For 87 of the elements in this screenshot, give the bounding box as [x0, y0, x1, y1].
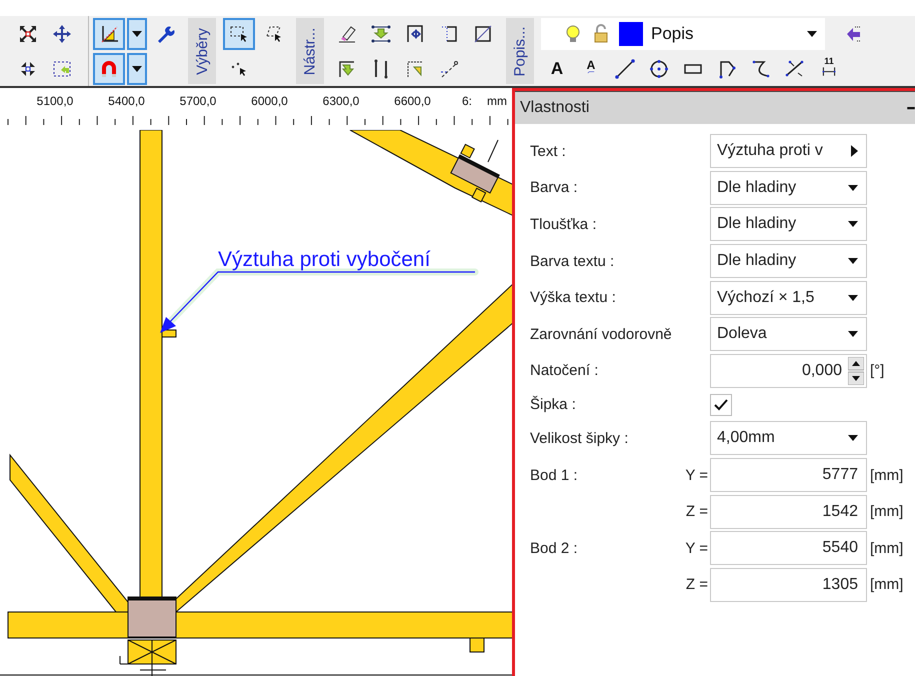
- ruler-unit: mm: [487, 94, 507, 108]
- caret-icon: [132, 66, 142, 72]
- property-label: Šipka :: [530, 396, 576, 414]
- caret-icon: [848, 294, 858, 301]
- ruler-label: 6300,0: [322, 94, 360, 108]
- minimize-icon[interactable]: [907, 106, 915, 110]
- number-field[interactable]: 1542: [710, 494, 867, 529]
- dropdown[interactable]: Dle hladiny: [710, 244, 867, 278]
- tool-button[interactable]: [223, 18, 255, 50]
- ruler-label: 5700,0: [180, 94, 216, 108]
- toolbar-section-label: Popis...: [506, 18, 534, 84]
- axis-label: Z =: [686, 503, 708, 520]
- property-label: Velikost šipky :: [530, 430, 628, 447]
- dashed-line-icon: [439, 58, 459, 78]
- down-arrow-icon: [371, 24, 391, 44]
- layer-select[interactable]: Popis: [541, 18, 825, 50]
- ruler-label: 6:: [462, 94, 472, 108]
- curve-icon: [751, 58, 771, 78]
- caret-icon: [132, 30, 142, 36]
- tool-button[interactable]: A: [541, 52, 573, 84]
- unit-label: [°]: [870, 362, 884, 380]
- annotation-text: Výztuha proti vybočení: [218, 248, 430, 271]
- caret-icon: [848, 184, 858, 191]
- property-label: Barva textu :: [530, 252, 614, 270]
- ruler-label: 6600,0: [394, 94, 431, 108]
- polyline-icon: [717, 58, 737, 78]
- circle-icon: [649, 58, 669, 78]
- dropdown-button[interactable]: [127, 52, 147, 84]
- axes-icon: [99, 24, 119, 44]
- ruler-label: 5400,0: [108, 94, 145, 108]
- move-icon: [52, 24, 72, 44]
- check-icon: [714, 398, 728, 411]
- caret-icon: [848, 221, 858, 228]
- panel-title: Vlastnosti: [520, 99, 590, 117]
- number-field[interactable]: 0,000: [710, 354, 867, 388]
- outline-icon: [439, 24, 459, 44]
- unit-label: [mm]: [870, 503, 904, 520]
- toolbar-section-label: Nástr...: [296, 18, 324, 84]
- expand-arrows-icon: [18, 24, 38, 44]
- rectangle-select-icon: [229, 24, 249, 44]
- caret-icon: [848, 331, 858, 338]
- magnet-icon: [99, 58, 119, 78]
- tool-button[interactable]: [93, 18, 125, 50]
- expand-arrow-icon: [851, 145, 858, 158]
- eraser-icon: [337, 24, 357, 44]
- number-field[interactable]: 1305: [710, 568, 867, 602]
- caret-icon: [807, 30, 817, 36]
- property-label: Text :: [530, 142, 566, 160]
- ruler-label: 6000,0: [251, 94, 288, 108]
- toolbar-section-label: Výběry: [188, 18, 216, 84]
- number-field[interactable]: 5540: [710, 531, 867, 566]
- diagonal-frame-icon: [473, 24, 493, 44]
- dropdown[interactable]: Výchozí × 1,5: [710, 280, 867, 315]
- property-label: Natočení :: [530, 362, 598, 380]
- property-label: Výška textu :: [530, 289, 616, 306]
- property-label: Barva :: [530, 179, 578, 196]
- ruler-label: 5100,0: [36, 94, 74, 108]
- turn-arrow-icon: [337, 58, 357, 78]
- caret-icon: [848, 435, 858, 442]
- points-icon: [785, 58, 805, 78]
- frame-move-icon: [405, 24, 425, 44]
- axis-label: Y =: [685, 540, 708, 557]
- dropdown[interactable]: 4,00mm: [710, 421, 867, 456]
- spin-buttons-icon[interactable]: [848, 356, 864, 385]
- unit-label: [mm]: [870, 466, 904, 484]
- text-field[interactable]: Výztuha proti v: [710, 134, 867, 168]
- property-label: Bod 1 :: [530, 466, 578, 484]
- tool-button[interactable]: A: [575, 52, 607, 84]
- dropdown[interactable]: Dle hladiny: [710, 170, 867, 205]
- layer-name: Popis: [651, 24, 695, 44]
- axis-label: Y =: [685, 466, 708, 484]
- caret-icon: [848, 258, 858, 264]
- tool-button[interactable]: 11: [813, 52, 845, 84]
- property-label: Tloušťka :: [530, 216, 596, 233]
- checkbox[interactable]: [710, 394, 732, 416]
- dropdown[interactable]: Dle hladiny: [710, 207, 867, 242]
- dropdown-button[interactable]: [127, 18, 147, 50]
- dashed-frame-icon: [52, 58, 72, 78]
- corner-arrow-icon: [405, 58, 425, 78]
- property-label: Zarovnání vodorovně: [530, 326, 672, 343]
- dropdown[interactable]: Doleva: [710, 317, 867, 352]
- line-icon: [615, 58, 635, 78]
- unit-label: [mm]: [870, 576, 904, 594]
- axis-label: Z =: [686, 576, 708, 594]
- number-field[interactable]: 5777: [710, 458, 867, 492]
- unit-label: [mm]: [870, 540, 904, 557]
- property-label: Bod 2 :: [530, 540, 578, 557]
